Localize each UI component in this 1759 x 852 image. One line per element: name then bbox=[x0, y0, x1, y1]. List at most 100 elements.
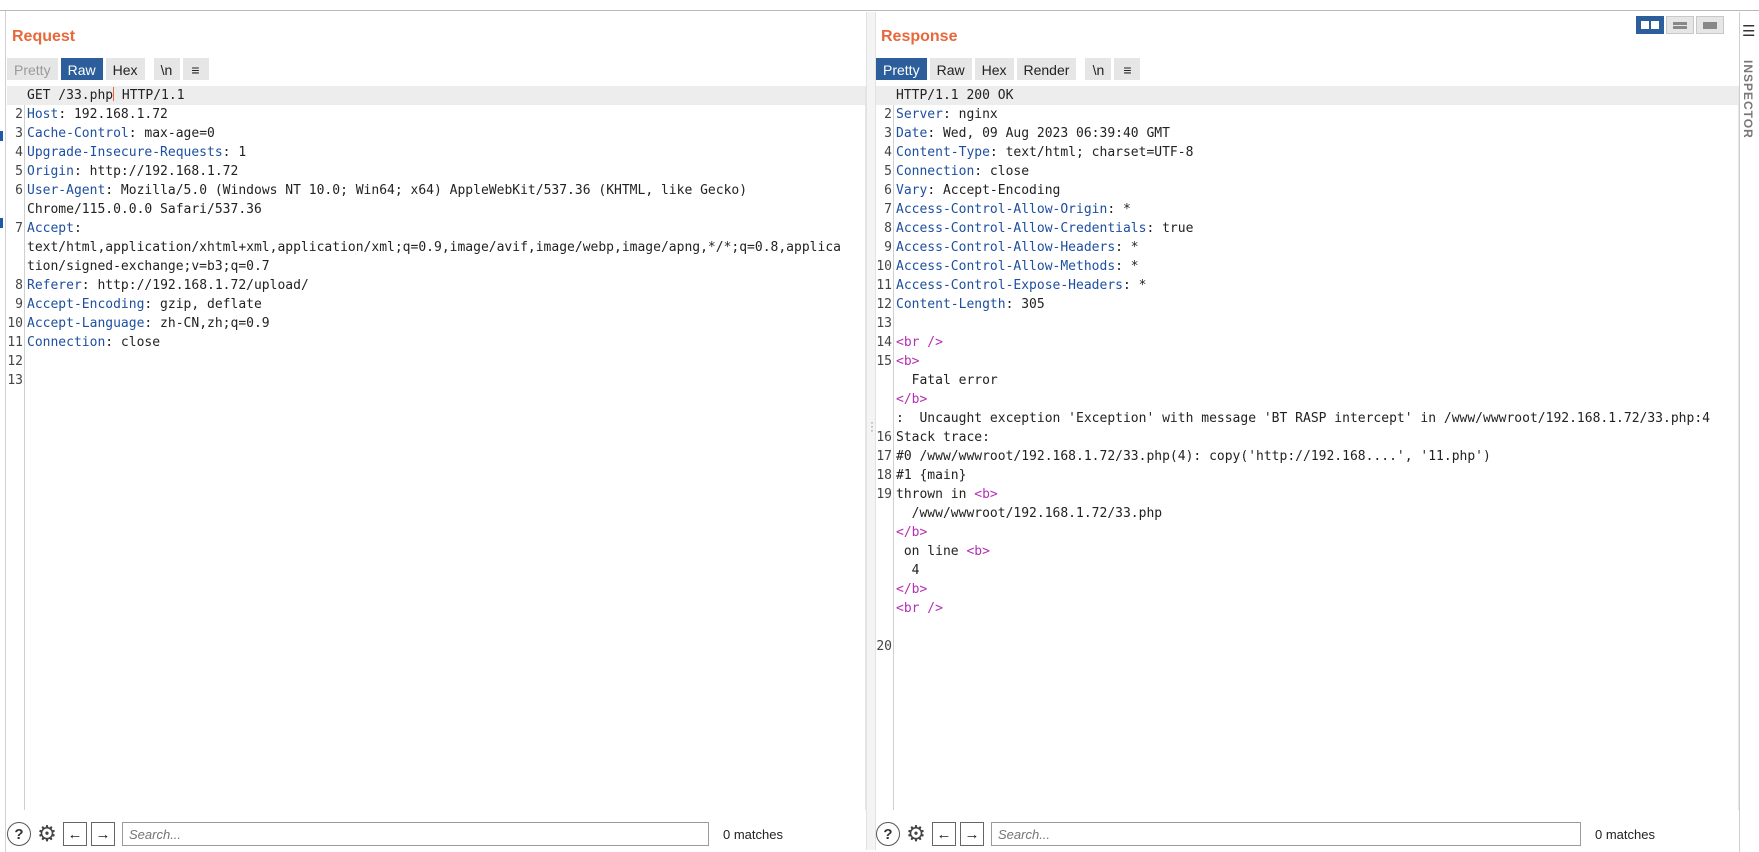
line-text: #1 {main} bbox=[896, 468, 967, 483]
match-count: 0 matches bbox=[1595, 826, 1655, 842]
previous-arrow-icon[interactable]: ← bbox=[63, 822, 87, 846]
html-tag: <br /> bbox=[896, 335, 943, 350]
line-number: 14 bbox=[876, 335, 892, 350]
code-line: 2 Server: nginx bbox=[884, 105, 1738, 124]
request-editor[interactable]: 1GET /33.php HTTP/1.1 2 Host: 192.168.1.72… bbox=[7, 86, 866, 810]
header-name: Content-Type bbox=[896, 145, 990, 160]
line-number: 5 bbox=[884, 164, 892, 179]
response-editor[interactable]: 1HTTP/1.1 200 OK 2 Server: nginx 3 Date: Wed… bbox=[876, 86, 1739, 810]
help-icon[interactable]: ? bbox=[7, 822, 31, 846]
request-pane: Request Pretty Raw Hex \n ≡ 1GET /33.php… bbox=[7, 12, 866, 850]
line-number: 3 bbox=[15, 126, 23, 141]
code-line: 14 <br /> bbox=[876, 333, 1738, 352]
request-view-toolbar: Pretty Raw Hex \n ≡ bbox=[7, 58, 209, 82]
header-name: Content-Length bbox=[896, 297, 1006, 312]
tab-render[interactable]: Render bbox=[1016, 58, 1077, 80]
next-arrow-icon[interactable]: → bbox=[91, 822, 115, 846]
line-number: 8 bbox=[884, 221, 892, 236]
tab-raw[interactable]: Raw bbox=[60, 58, 103, 80]
code-line: 10 Access-Control-Allow-Methods: * bbox=[876, 257, 1738, 276]
code-line: 17 #0 /www/wwwroot/192.168.1.72/33.php(4)… bbox=[876, 447, 1738, 466]
gear-icon[interactable]: ⚙ bbox=[35, 821, 59, 846]
code-line: 15 <b> bbox=[876, 352, 1738, 371]
search-input[interactable] bbox=[991, 822, 1581, 846]
drag-handle-icon[interactable]: · · · bbox=[870, 416, 874, 436]
line-text: : * bbox=[1107, 202, 1131, 217]
layout-side-by-side-icon[interactable] bbox=[1636, 16, 1664, 34]
line-number: 3 bbox=[884, 126, 892, 141]
search-input[interactable] bbox=[122, 822, 709, 846]
line-number: 13 bbox=[7, 373, 23, 388]
header-value: Chrome/115.0.0.0 Safari/537.36 bbox=[27, 202, 262, 217]
line-number: 12 bbox=[876, 297, 892, 312]
response-code[interactable]: 1HTTP/1.1 200 OK 2 Server: nginx 3 Date: Wed… bbox=[876, 86, 1738, 656]
code-line: Fatal error bbox=[896, 371, 1738, 390]
next-arrow-icon[interactable]: → bbox=[960, 822, 984, 846]
code-line: 16 Stack trace: bbox=[876, 428, 1738, 447]
gear-icon[interactable]: ⚙ bbox=[904, 821, 928, 846]
line-text: : Wed, 09 Aug 2023 06:39:40 GMT bbox=[927, 126, 1170, 141]
code-line: 6 Vary: Accept-Encoding bbox=[884, 181, 1738, 200]
code-line: 12 Content-Length: 305 bbox=[876, 295, 1738, 314]
line-number: 18 bbox=[876, 468, 892, 483]
line-text: : 305 bbox=[1005, 297, 1045, 312]
top-border bbox=[0, 0, 1759, 11]
request-code[interactable]: 1GET /33.php HTTP/1.1 2 Host: 192.168.1.72… bbox=[7, 86, 865, 390]
menu-icon[interactable]: ≡ bbox=[1114, 58, 1141, 80]
html-tag: <br /> bbox=[896, 601, 943, 616]
line-number: 12 bbox=[7, 354, 23, 369]
tab-pretty[interactable]: Pretty bbox=[7, 58, 58, 80]
code-line: 19 thrown in <b> bbox=[876, 485, 1738, 504]
layout-switcher bbox=[1636, 16, 1724, 34]
layout-tabs-icon[interactable] bbox=[1696, 16, 1724, 34]
header-name: Access-Control-Allow-Methods bbox=[896, 259, 1116, 274]
menu-icon[interactable]: ≡ bbox=[182, 58, 209, 80]
header-value: : 192.168.1.72 bbox=[58, 107, 168, 122]
inspector-menu-icon[interactable]: ☰ bbox=[1742, 22, 1755, 40]
line-number: 2 bbox=[15, 107, 23, 122]
tab-hex[interactable]: Hex bbox=[105, 58, 145, 80]
html-tag: <b> bbox=[966, 544, 990, 559]
code-line: 11 Connection: close bbox=[7, 333, 865, 352]
newline-toggle-button[interactable]: \n bbox=[1085, 58, 1112, 80]
tab-pretty[interactable]: Pretty bbox=[876, 58, 927, 80]
code-line: <br /> bbox=[896, 599, 1738, 618]
header-name: Date bbox=[896, 126, 928, 141]
help-icon[interactable]: ? bbox=[876, 822, 900, 846]
html-tag: </b> bbox=[896, 392, 928, 407]
code-line: Chrome/115.0.0.0 Safari/537.36 bbox=[27, 200, 865, 219]
tab-hex[interactable]: Hex bbox=[974, 58, 1014, 80]
line-number: 15 bbox=[876, 354, 892, 369]
left-marker bbox=[0, 131, 3, 141]
header-value: : bbox=[73, 221, 82, 236]
pane-splitter[interactable]: · · · bbox=[866, 12, 876, 850]
line-number: 11 bbox=[7, 335, 23, 350]
response-search-bar: ? ⚙ ← → 0 matches bbox=[876, 820, 1739, 848]
previous-arrow-icon[interactable]: ← bbox=[932, 822, 956, 846]
request-title: Request bbox=[12, 28, 76, 45]
request-search-bar: ? ⚙ ← → 0 matches bbox=[7, 820, 866, 848]
code-line: 1HTTP/1.1 200 OK bbox=[876, 86, 1738, 105]
response-title: Response bbox=[881, 28, 958, 45]
header-value: : http://192.168.1.72/upload/ bbox=[81, 278, 309, 293]
layout-top-bottom-icon[interactable] bbox=[1666, 16, 1694, 34]
code-line: 5 Connection: close bbox=[884, 162, 1738, 181]
code-line: 2 Host: 192.168.1.72 bbox=[15, 105, 865, 124]
code-line: 10 Accept-Language: zh-CN,zh;q=0.9 bbox=[7, 314, 865, 333]
inspector-tab[interactable]: INSPECTOR bbox=[1741, 60, 1755, 139]
header-value: : http://192.168.1.72 bbox=[73, 164, 239, 179]
header-name: Accept bbox=[27, 221, 74, 236]
line-number: 2 bbox=[884, 107, 892, 122]
code-line: 18 #1 {main} bbox=[876, 466, 1738, 485]
line-number: 20 bbox=[876, 639, 892, 654]
line-number: 4 bbox=[15, 145, 23, 160]
code-line: 3 Cache-Control: max-age=0 bbox=[15, 124, 865, 143]
header-name: Upgrade-Insecure-Requests bbox=[27, 145, 223, 160]
line-text: : * bbox=[1115, 240, 1139, 255]
newline-toggle-button[interactable]: \n bbox=[153, 58, 180, 80]
line-text: : close bbox=[974, 164, 1030, 179]
line-text: Stack trace: bbox=[896, 430, 990, 445]
line-number: 5 bbox=[15, 164, 23, 179]
header-name: Access-Control-Allow-Origin bbox=[896, 202, 1108, 217]
tab-raw[interactable]: Raw bbox=[929, 58, 972, 80]
